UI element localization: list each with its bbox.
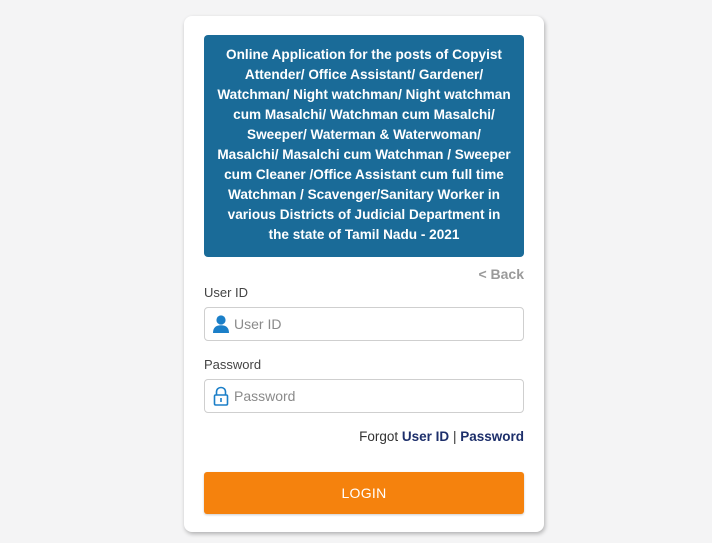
forgot-password-link[interactable]: Password	[460, 429, 524, 444]
forgot-separator: |	[452, 429, 457, 444]
login-card: Online Application for the posts of Copy…	[184, 16, 544, 532]
recruitment-banner: Online Application for the posts of Copy…	[204, 35, 524, 257]
back-link[interactable]: < Back	[478, 266, 524, 282]
forgot-user-id-link[interactable]: User ID	[402, 429, 449, 444]
user-id-label: User ID	[204, 285, 249, 300]
forgot-prefix: Forgot	[359, 429, 399, 444]
user-id-field[interactable]	[204, 307, 524, 341]
user-icon	[212, 314, 230, 334]
forgot-links: Forgot User ID | Password	[359, 429, 524, 444]
user-id-input[interactable]	[234, 308, 514, 340]
password-label: Password	[204, 357, 262, 372]
password-field[interactable]	[204, 379, 524, 413]
lock-icon	[212, 386, 230, 406]
banner-title: Online Application for the posts of Copy…	[217, 47, 511, 242]
password-input[interactable]	[234, 380, 514, 412]
login-button[interactable]: LOGIN	[204, 472, 524, 514]
